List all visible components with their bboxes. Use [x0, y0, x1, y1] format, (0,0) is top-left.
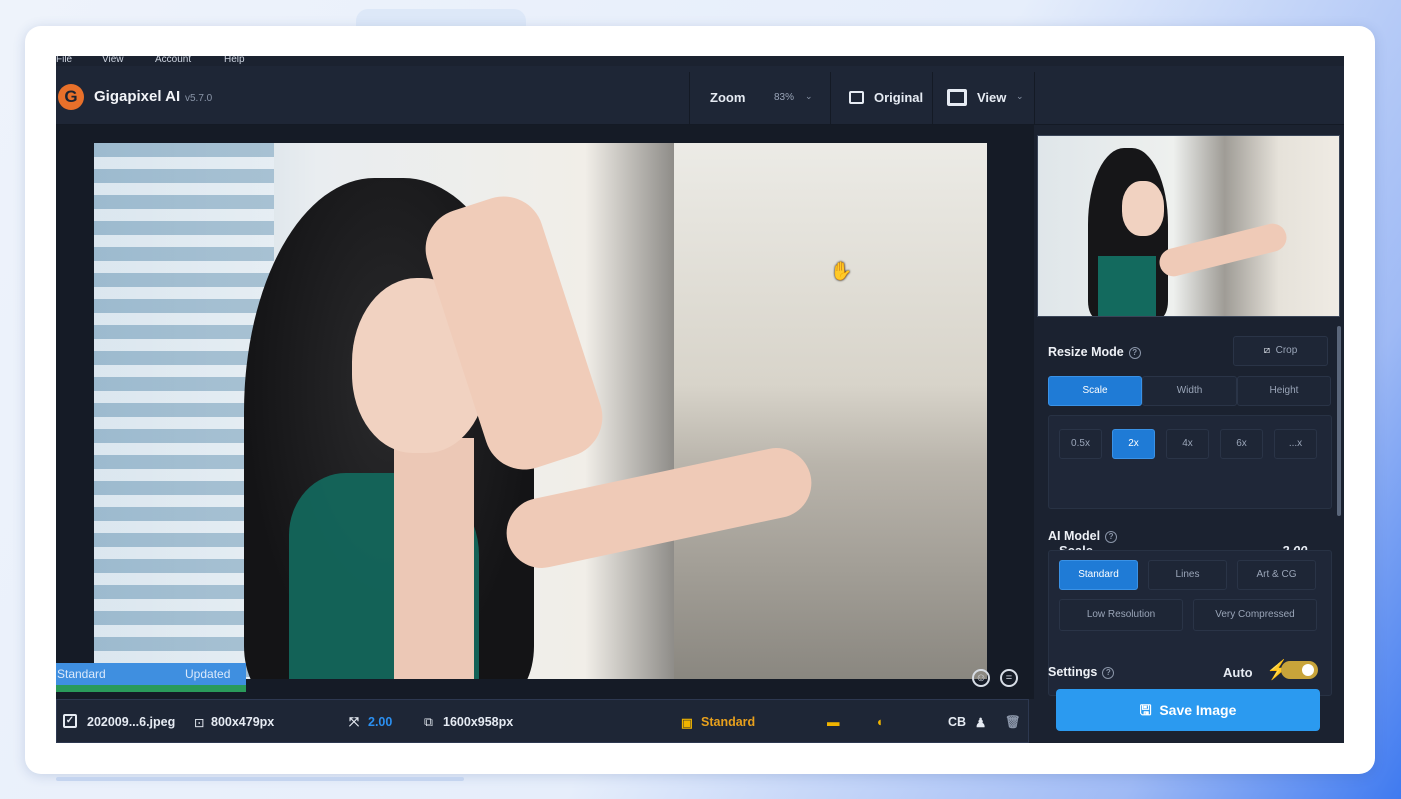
help-icon[interactable]: ? [1102, 667, 1115, 679]
scale-icon: ⤧ [349, 715, 360, 729]
tab-height[interactable]: Height [1237, 376, 1331, 406]
thumb-teal [1098, 256, 1156, 316]
toggle-knob [1302, 664, 1314, 676]
auto-toggle[interactable] [1281, 661, 1318, 679]
save-icon: 🖫 [1139, 702, 1152, 718]
view-icon [947, 89, 967, 106]
compare-icon[interactable]: = [1000, 669, 1018, 687]
model-very-compressed[interactable]: Very Compressed [1193, 599, 1317, 631]
title-bar: G Gigapixel AI v5.7.0 Zoom 83% ⌄ Origina… [56, 66, 1344, 126]
photo-wall [674, 143, 987, 679]
progress-underline [56, 777, 464, 781]
scale-value[interactable]: 2.00 [368, 715, 392, 729]
preview-image[interactable]: ✋ [94, 143, 987, 679]
save-image-button[interactable]: 🖫 Save Image [1056, 689, 1320, 731]
toolbar-divider [1034, 72, 1035, 126]
photo-shoulder [394, 438, 474, 679]
menu-view[interactable]: View [102, 56, 124, 65]
resize-mode-heading: Resize Mode? [1048, 345, 1141, 359]
ai-model-label: AI Model [1048, 529, 1101, 543]
view-label: View [977, 90, 1007, 105]
settings-label: Settings [1048, 665, 1098, 679]
menu-help[interactable]: Help [224, 56, 245, 65]
settings-panel: Resize Mode? ⧄ Crop Scale Width Height 0… [1034, 125, 1344, 743]
status-state: Updated [185, 667, 231, 681]
image-canvas[interactable]: ✋ [56, 125, 1034, 699]
crop-button[interactable]: ⧄ Crop [1233, 336, 1328, 366]
face-icon[interactable]: ☺ [972, 669, 990, 687]
chevron-down-icon: ⌄ [1016, 91, 1024, 101]
toolbar-divider [830, 72, 831, 126]
model-art-cg[interactable]: Art & CG [1237, 560, 1316, 590]
processing-status: Standard Updated [56, 663, 246, 685]
model-standard[interactable]: Standard [1059, 560, 1138, 590]
settings-icon[interactable]: ▬ [827, 715, 840, 729]
app-name: Gigapixel AI [94, 88, 181, 105]
zoom-dropdown[interactable]: 83% [774, 92, 794, 103]
tab-scale[interactable]: Scale [1048, 376, 1142, 406]
resize-mode-label: Resize Mode [1048, 345, 1124, 359]
app-version: v5.7.0 [185, 93, 213, 104]
scale-option-custom[interactable]: ...x [1274, 429, 1317, 459]
thumb-arm [1156, 220, 1290, 280]
model-badge[interactable]: Standard [701, 715, 755, 729]
zoom-label: Zoom [710, 90, 746, 105]
file-name[interactable]: 202009...6.jpeg [87, 715, 175, 729]
model-icon: ▣ [681, 716, 693, 730]
toolbar-divider [689, 72, 690, 126]
scale-option-2x[interactable]: 2x [1112, 429, 1155, 459]
gigapixel-logo-icon: G [58, 84, 84, 110]
menu-bar: File View Account Help [56, 56, 1344, 66]
scale-option-6x[interactable]: 6x [1220, 429, 1263, 459]
thumb-face [1122, 181, 1164, 236]
model-low-resolution[interactable]: Low Resolution [1059, 599, 1183, 631]
scale-option-0-5x[interactable]: 0.5x [1059, 429, 1102, 459]
save-label: Save Image [1159, 702, 1237, 718]
gigapixel-window: File View Account Help G Gigapixel AI v5… [56, 56, 1344, 743]
scale-option-4x[interactable]: 4x [1166, 429, 1209, 459]
file-checkbox[interactable]: ✓ [63, 714, 77, 728]
chevron-down-icon[interactable]: ⌄ [805, 91, 813, 102]
navigator-thumbnail[interactable] [1037, 135, 1340, 317]
toolbar-divider [932, 72, 933, 126]
original-label: Original [874, 90, 924, 105]
settings-heading: Settings? [1048, 665, 1115, 679]
output-size: 1600x958px [443, 715, 514, 729]
compare-split-icon[interactable]: ◐ [877, 715, 885, 729]
status-progress [56, 685, 246, 692]
original-icon [849, 91, 864, 104]
help-icon[interactable]: ? [1105, 531, 1118, 543]
auto-label: Auto [1223, 665, 1253, 680]
input-size: 800x479px [211, 715, 275, 729]
output-icon: ⧉ [424, 715, 433, 729]
ai-model-heading: AI Model? [1048, 529, 1118, 543]
model-lines[interactable]: Lines [1148, 560, 1227, 590]
file-status-bar: ✓ 202009...6.jpeg ⊡ 800x479px ⤧ 2.00 ⧉ 1… [56, 699, 1029, 743]
menu-file[interactable]: File [56, 56, 72, 65]
menu-account[interactable]: Account [155, 56, 191, 65]
crop-label: Crop [1275, 345, 1298, 356]
status-model: Standard [57, 667, 106, 681]
color-balance-label[interactable]: CB [948, 715, 966, 729]
tab-width[interactable]: Width [1142, 376, 1237, 406]
trash-icon[interactable]: 🗑 [1005, 715, 1021, 730]
input-size-icon: ⊡ [194, 716, 205, 730]
help-icon[interactable]: ? [1128, 347, 1141, 359]
person-icon[interactable]: ♟ [975, 715, 986, 730]
panel-scrollbar[interactable] [1337, 326, 1341, 516]
hand-cursor-icon: ✋ [830, 261, 853, 281]
crop-icon: ⧄ [1263, 345, 1271, 356]
